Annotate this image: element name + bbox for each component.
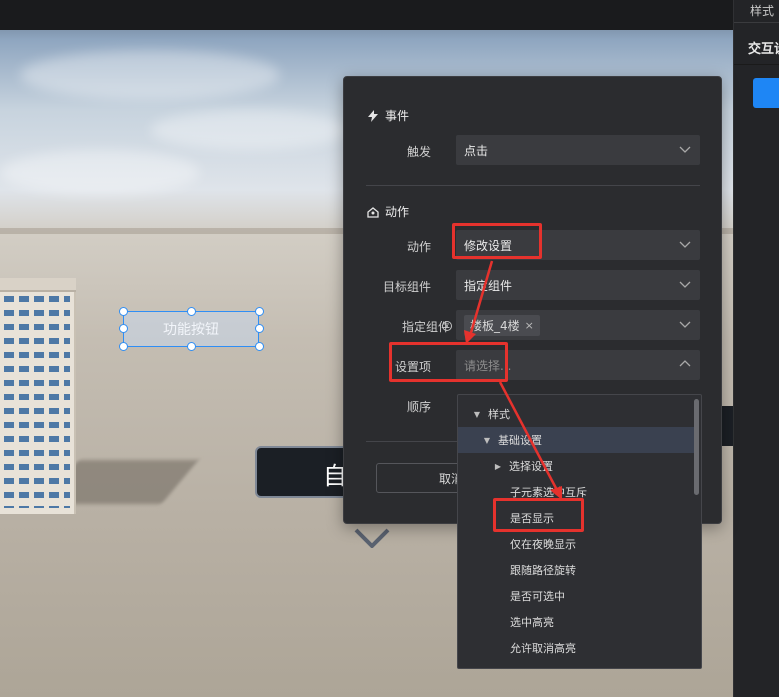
trigger-select[interactable]: 点击 (456, 135, 700, 165)
target-component-value: 指定组件 (464, 278, 513, 293)
expand-arrow-icon[interactable]: ▼ (482, 436, 492, 445)
tree-node-label: 样式 (488, 408, 510, 421)
tree-node-selectable[interactable]: 是否可选中 (458, 583, 694, 609)
divider (366, 185, 700, 186)
annotation-box (452, 223, 542, 259)
tree-node-label: 仅在夜晚显示 (510, 538, 576, 551)
chevron-down-icon (679, 146, 691, 153)
cancel-button[interactable]: 取消 (376, 463, 466, 493)
resize-handle[interactable] (119, 307, 128, 316)
scene-label-widget[interactable]: 自 (255, 446, 355, 498)
chevron-up-icon (679, 360, 691, 367)
chevron-down-icon (354, 528, 390, 548)
resize-handle[interactable] (187, 342, 196, 351)
property-side-panel: 样式 交互设 (733, 0, 779, 697)
annotation-box (493, 498, 584, 532)
function-button-label: 功能按钮 (163, 322, 219, 338)
trigger-label: 触发 (406, 145, 431, 159)
component-tag: 楼板_4楼 × (464, 314, 540, 336)
resize-handle[interactable] (187, 307, 196, 316)
tree-node-label: 选中高亮 (510, 616, 554, 629)
event-section-label: 事件 (385, 109, 410, 123)
resize-handle[interactable] (119, 324, 128, 333)
action-label: 动作 (406, 240, 431, 254)
building-roof (0, 278, 76, 292)
cloud (20, 50, 280, 100)
building-model[interactable] (0, 278, 76, 514)
order-label: 顺序 (406, 400, 431, 414)
cloud (150, 110, 350, 150)
resize-handle[interactable] (255, 342, 264, 351)
target-pick-icon[interactable] (442, 321, 452, 331)
tab-style[interactable]: 样式 (750, 2, 774, 19)
action-section-label: 动作 (385, 205, 410, 219)
divider (734, 22, 779, 23)
tree-node-style[interactable]: ▼ 样式 (458, 401, 694, 427)
tab-interaction[interactable]: 交互设 (748, 38, 779, 57)
resize-handle[interactable] (119, 342, 128, 351)
tree-node-label: 允许取消高亮 (510, 642, 576, 655)
chevron-down-icon (679, 321, 691, 328)
tree-node-select-highlight[interactable]: 选中高亮 (458, 609, 694, 635)
add-interaction-button[interactable] (753, 78, 779, 108)
action-section-title: 动作 (367, 203, 409, 220)
action-icon (367, 206, 379, 218)
tree-node-night-only[interactable]: 仅在夜晚显示 (458, 531, 694, 557)
trigger-value: 点击 (464, 143, 489, 158)
target-component-select[interactable]: 指定组件 (456, 270, 700, 300)
tree-node-label: 选择设置 (509, 460, 553, 473)
resize-handle[interactable] (255, 307, 264, 316)
target-component-label: 目标组件 (382, 280, 431, 294)
cloud (0, 150, 200, 195)
building-windows (4, 296, 70, 508)
chevron-down-icon (679, 241, 691, 248)
dropdown-scrollbar[interactable] (694, 399, 699, 495)
tree-node-basic-settings[interactable]: ▼ 基础设置 (458, 427, 694, 453)
resize-handle[interactable] (255, 324, 264, 333)
expand-arrow-icon[interactable]: ▶ (493, 462, 503, 471)
divider (734, 64, 779, 65)
tree-node-path-rotation[interactable]: 跟随路径旋转 (458, 557, 694, 583)
top-toolbar (0, 0, 733, 30)
tree-node-label: 是否可选中 (510, 590, 565, 603)
tree-node-label: 跟随路径旋转 (510, 564, 576, 577)
event-section-title: 事件 (367, 107, 409, 124)
tag-close-icon[interactable]: × (525, 319, 534, 332)
expand-arrow-icon[interactable]: ▼ (472, 410, 482, 419)
specified-component-select[interactable]: 楼板_4楼 × (456, 310, 700, 340)
chevron-down-icon (679, 281, 691, 288)
annotation-box (389, 342, 508, 382)
lightning-icon (367, 109, 379, 122)
component-tag-label: 楼板_4楼 (470, 318, 520, 333)
tree-node-allow-unhighlight[interactable]: 允许取消高亮 (458, 635, 694, 661)
tree-node-selection-settings[interactable]: ▶ 选择设置 (458, 453, 694, 479)
tree-node-label: 基础设置 (498, 434, 542, 447)
